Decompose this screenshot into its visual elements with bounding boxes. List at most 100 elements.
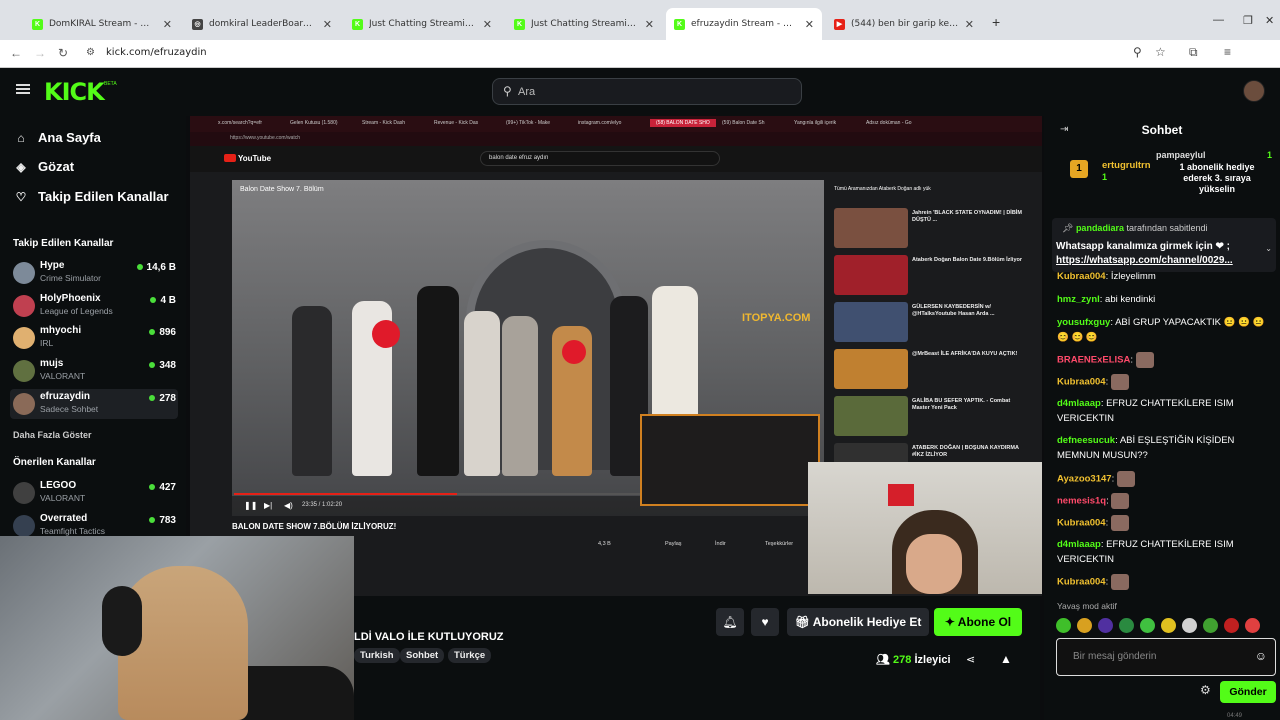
chat-username[interactable]: nemesis1q (1057, 496, 1106, 507)
inner-browser-tabs: x.com/search?q=efr Gelen Kutusu (1.580) St… (190, 116, 1042, 132)
chat-username[interactable]: Kubraa004 (1057, 577, 1106, 588)
close-tab-icon[interactable]: ✕ (483, 18, 492, 31)
minimize-icon[interactable]: — (1213, 14, 1224, 26)
channel-item[interactable]: mujs VALORANT 348 (10, 356, 178, 386)
recommended-video: Ataberk Doğan Balon Date 9.Bölüm İzliyor (834, 255, 1030, 295)
send-button[interactable]: Gönder (1220, 681, 1276, 703)
channel-item[interactable]: Hype Crime Simulator 14,6 B (10, 258, 178, 288)
channel-item[interactable]: mhyochi IRL 896 (10, 323, 178, 353)
chat-username[interactable]: Kubraa004 (1057, 518, 1106, 529)
chat-username[interactable]: Kubraa004 (1057, 271, 1106, 282)
emote-icon[interactable] (1056, 618, 1071, 633)
channel-viewers: 783 (149, 515, 176, 526)
site-info-icon[interactable]: ⚙ (86, 47, 95, 58)
emote-icon[interactable] (1245, 618, 1260, 633)
new-tab-icon[interactable]: + (992, 14, 1000, 30)
emote-icon[interactable] (1161, 618, 1176, 633)
close-tab-icon[interactable]: ✕ (323, 18, 332, 31)
pause-icon[interactable]: ❚❚ (244, 501, 257, 510)
pinned-link[interactable]: https://whatsapp.com/channel/0029... (1056, 255, 1233, 266)
chat-input-box[interactable]: Bir mesaj gönderin ☺ (1056, 638, 1276, 676)
chat-username[interactable]: d4mlaaap (1057, 398, 1101, 409)
gifter-name[interactable]: ertugrultrn (1102, 160, 1151, 171)
chat-input[interactable]: Bir mesaj gönderin (1073, 651, 1156, 662)
subscribe-label: Abone Ol (957, 615, 1012, 629)
stream-title: LDİ VALO İLE KUTLUYORUZ (354, 631, 504, 643)
browser-tab[interactable]: ▶ (544) ben bir garip keloğlanım ✕ (826, 12, 982, 36)
chat-username[interactable]: defneesucuk (1057, 435, 1115, 446)
emote-icon[interactable] (1224, 618, 1239, 633)
nav-home[interactable]: ⌂ Ana Sayfa (14, 130, 101, 145)
close-tab-icon[interactable]: ✕ (163, 18, 172, 31)
media-icon[interactable]: ≡ (1224, 45, 1231, 59)
kick-logo[interactable]: KICK (44, 78, 105, 106)
heart-icon: ♡ (15, 189, 27, 204)
search-input[interactable]: Ara (518, 86, 535, 98)
follow-heart-icon[interactable]: ♥ (751, 608, 779, 636)
browser-tab[interactable]: Kefruzaydin Stream - Watch ✕ (666, 8, 822, 40)
url-field[interactable]: kick.com/efruzaydin (106, 47, 207, 58)
chat-username[interactable]: hmz_zynl (1057, 294, 1100, 305)
emote-icon[interactable] (1098, 618, 1113, 633)
emoji-icon[interactable]: ☺ (1255, 649, 1267, 663)
tag-turkish[interactable]: Turkish (354, 648, 400, 663)
channel-name: efruzaydin (40, 390, 91, 402)
notification-bell-icon[interactable]: 🔔︎ (716, 608, 744, 636)
browser-tab[interactable]: ◎ domkiral LeaderBoard | The be ✕ (184, 12, 340, 36)
back-icon[interactable]: ← (10, 46, 22, 60)
tab-favicon-icon: K (674, 18, 685, 30)
close-tab-icon[interactable]: ✕ (645, 18, 654, 31)
nav-label: Gözat (38, 159, 75, 174)
close-tab-icon[interactable]: ✕ (805, 18, 814, 31)
nav-heart[interactable]: ♡ Takip Edilen Kanallar (14, 189, 169, 204)
channel-item[interactable]: efruzaydin Sadece Sohbet 278 (10, 388, 178, 419)
viewer-label: İzleyici (914, 654, 951, 666)
headset (102, 586, 142, 656)
chat-username[interactable]: d4mlaaap (1057, 539, 1101, 550)
chat-username[interactable]: Kubraa004 (1057, 377, 1106, 388)
chat-username[interactable]: yousufxguy (1057, 317, 1110, 328)
reload-icon[interactable]: ↻ (58, 46, 68, 60)
browser-tab[interactable]: K DomKIRAL Stream - Watch Live ✕ (24, 12, 180, 36)
tag-turkce[interactable]: Türkçe (448, 648, 492, 663)
nav-compass[interactable]: ◈ Gözat (14, 159, 74, 174)
channel-viewers: 278 (149, 393, 176, 404)
channel-item[interactable]: HolyPhoenix League of Legends 4 B (10, 291, 178, 321)
chat-username[interactable]: BRAENExELISA (1057, 355, 1130, 366)
subscribe-button[interactable]: ✦ Abone Ol (934, 608, 1022, 636)
user-avatar[interactable] (1243, 80, 1265, 102)
tab-title: DomKIRAL Stream - Watch Live (49, 19, 157, 29)
collapse-chat-icon[interactable]: ⇥ (1060, 124, 1068, 135)
menu-icon[interactable] (16, 84, 30, 94)
emote-icon[interactable] (1140, 618, 1155, 633)
chat-settings-icon[interactable]: ⚙ (1200, 683, 1211, 697)
zoom-icon[interactable]: ⚲ (1133, 45, 1142, 59)
chevron-down-icon[interactable]: ⌄ (1265, 244, 1272, 253)
report-icon[interactable]: ▲ (1000, 652, 1012, 666)
extensions-icon[interactable]: ⧉ (1189, 45, 1198, 60)
video-thumbnail (834, 255, 908, 295)
chat-username[interactable]: Ayazoo3147 (1057, 474, 1112, 485)
emote-icon[interactable] (1077, 618, 1092, 633)
share-icon[interactable]: ⋖ (966, 653, 975, 666)
forward-icon[interactable]: → (34, 46, 46, 60)
youtube-logo: YouTube (224, 154, 271, 163)
bookmark-star-icon[interactable]: ☆ (1155, 45, 1166, 59)
close-window-icon[interactable]: ✕ (1265, 14, 1274, 27)
gifter-count: 1 (1102, 172, 1108, 182)
show-more-link[interactable]: Daha Fazla Göster (13, 430, 92, 440)
search-bar[interactable]: ⚲ Ara (492, 78, 802, 105)
gift-user[interactable]: pampaeylul (1156, 150, 1206, 160)
next-icon[interactable]: ▶| (264, 501, 272, 510)
emote-icon[interactable] (1182, 618, 1197, 633)
close-tab-icon[interactable]: ✕ (965, 18, 974, 31)
emote-icon[interactable] (1203, 618, 1218, 633)
browser-tab[interactable]: K Just Chatting Streaming - Live S ✕ (344, 12, 500, 36)
volume-icon[interactable]: ◀) (284, 501, 293, 510)
browser-tab[interactable]: K Just Chatting Streaming - Live ✕ (506, 12, 662, 36)
restore-icon[interactable]: ❐ (1243, 14, 1253, 27)
tag-sohbet[interactable]: Sohbet (400, 648, 445, 663)
emote-icon[interactable] (1119, 618, 1134, 633)
gift-subscription-button[interactable]: 🎁︎ Abonelik Hediye Et (787, 608, 929, 636)
channel-item[interactable]: LEGOO VALORANT 427 (10, 478, 178, 508)
